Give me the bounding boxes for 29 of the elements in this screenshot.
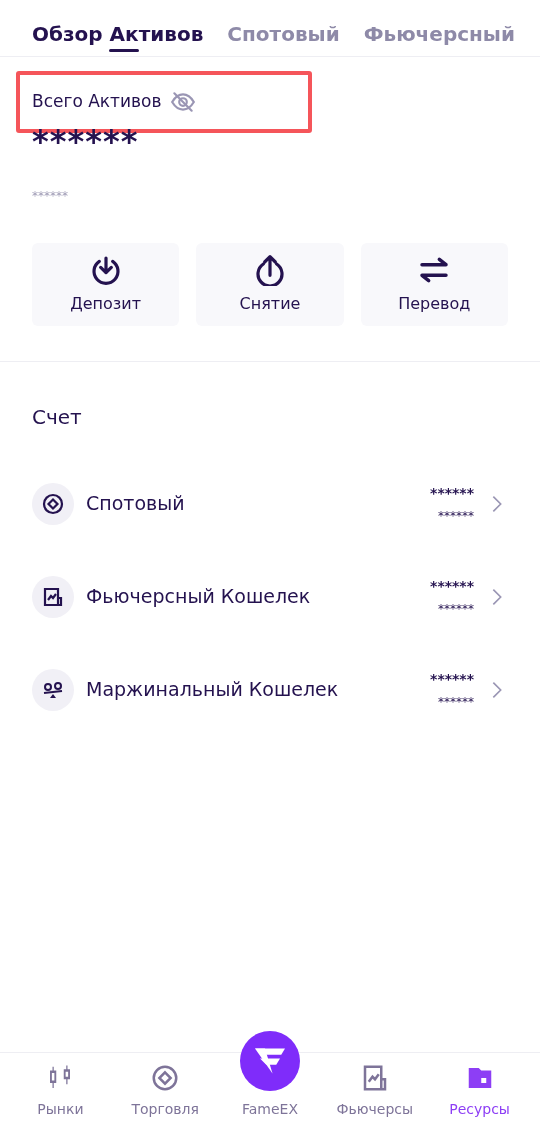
section-title: Счет [32, 404, 83, 431]
account-sub-value: ****** [437, 602, 474, 615]
nav-tab[interactable]: Рынки [8, 1053, 113, 1131]
action-button[interactable]: Перевод [360, 243, 508, 326]
account-name: Фьючерсный Кошелек [86, 584, 312, 610]
account-name: Маржинальный Кошелек [86, 677, 340, 703]
logo-icon [240, 1031, 300, 1091]
account-value: ****** [430, 671, 474, 686]
total-assets-label: Всего Активов [32, 90, 162, 114]
account-row[interactable]: Фьючерсный Кошелек ****** ****** [32, 550, 508, 643]
target-icon [41, 491, 65, 516]
account-sub-value: ****** [437, 509, 474, 522]
account-row[interactable]: Спотовый ****** ****** [32, 457, 508, 550]
total-value: ****** [32, 125, 140, 157]
nav-tab[interactable]: Фьючерсы [322, 1053, 428, 1131]
eye-hidden-icon [169, 89, 196, 115]
account-name: Спотовый [86, 491, 186, 517]
account-value: ****** [430, 485, 474, 500]
action-button[interactable]: Депозит [32, 243, 180, 326]
account-value: ****** [430, 578, 474, 593]
upload-icon [254, 253, 286, 286]
nav-tab[interactable]: Торговля [112, 1053, 218, 1131]
nav-tab[interactable]: FameEX [217, 1031, 323, 1131]
tab[interactable]: Обзор Активов [32, 0, 204, 56]
account-sub-value: ****** [437, 695, 474, 708]
account-row[interactable]: Маржинальный Кошелек ****** ****** [32, 643, 508, 736]
nav-tab[interactable]: Ресурсы [427, 1053, 532, 1131]
action-button[interactable]: Снятие [196, 243, 344, 326]
total-sub-value: ****** [32, 188, 69, 205]
